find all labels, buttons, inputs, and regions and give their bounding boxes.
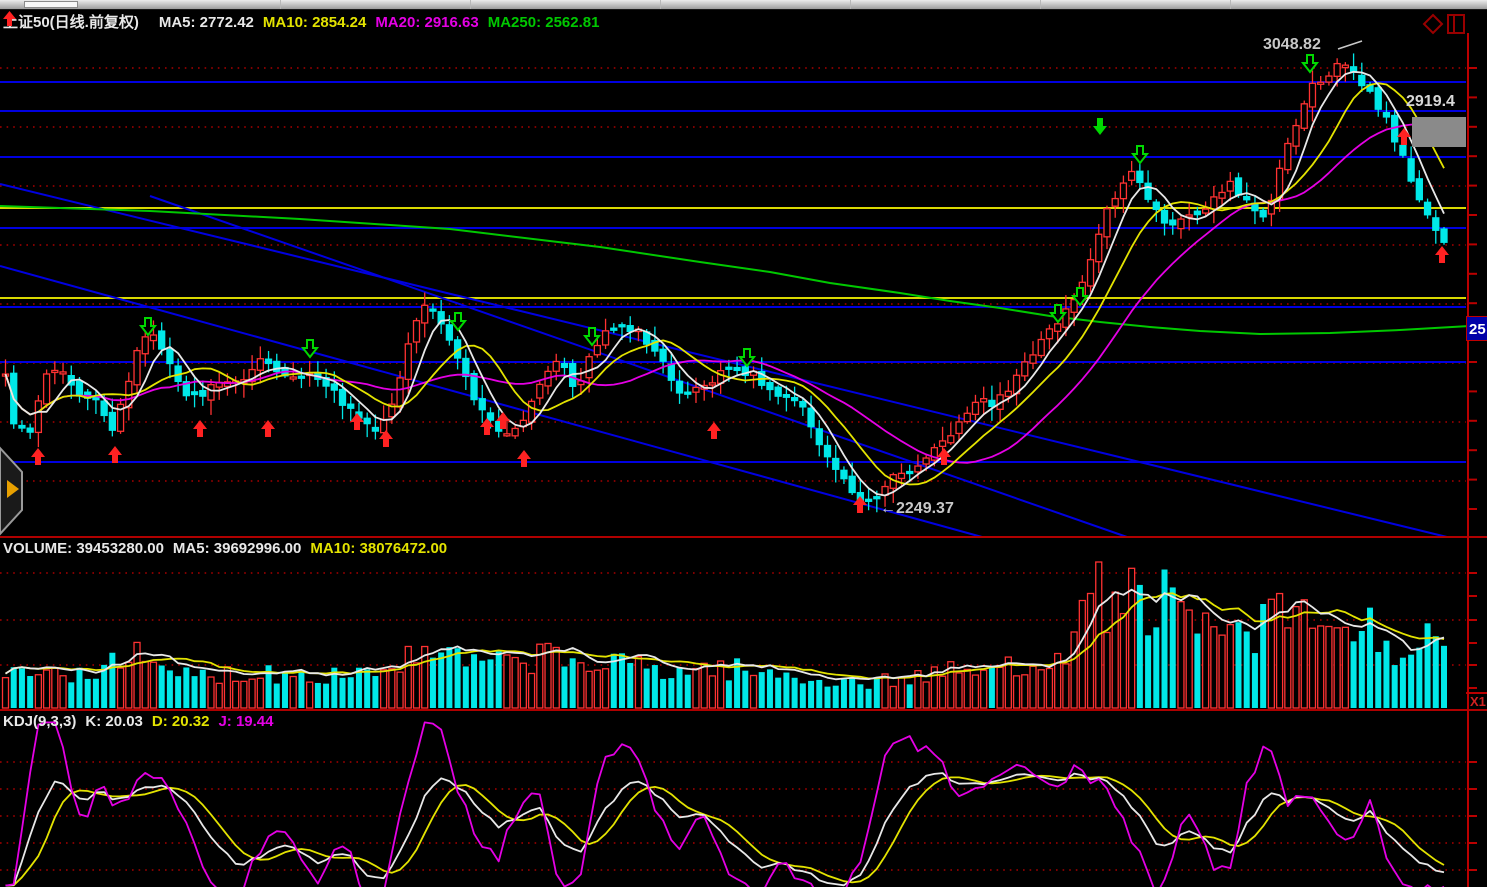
diamond-icon[interactable] [1424,15,1442,33]
ma5-value: MA5: 2772.42 [159,14,254,31]
sell-signal-arrow-icon [740,349,754,366]
ma20-value: MA20: 2916.63 [375,14,478,31]
buy-signal-arrow-icon [108,446,122,463]
sell-signal-arrow-icon [303,340,317,357]
kdj-j-value: J: 19.44 [218,713,273,730]
volume-pane[interactable] [0,562,1466,708]
volume-multiplier-label: X1 [1470,694,1486,709]
volume-ma10-value: MA10: 38076472.00 [310,540,447,557]
kdj-k-value: K: 20.03 [85,713,143,730]
kdj-d-value: D: 20.32 [152,713,210,730]
buy-signal-arrow-icon [261,420,275,437]
kdj-name: KDJ(9,3,3) [3,713,76,730]
stock-chart-window: { "main_pane": { "title": "上证50(日线.前复权)"… [0,0,1487,887]
trough-price-label: ←2249.37 [880,500,954,518]
volume-ma5-value: MA5: 39692996.00 [173,540,301,557]
buy-signal-arrow-icon [1435,246,1449,263]
kdj-pane[interactable] [0,722,1466,887]
main-pane-header: 上证50(日线.前复权) MA5: 2772.42 MA10: 2854.24 MA2… [3,11,608,32]
symbol-title: 上证50(日线.前复权) [3,14,139,31]
split-window-icon[interactable] [1448,15,1464,33]
price-tag-box [1412,117,1466,147]
volume-value: VOLUME: 39453280.00 [3,540,164,557]
ma10-value: MA10: 2854.24 [263,14,366,31]
chart-canvas[interactable] [0,0,1487,887]
kdj-pane-header: KDJ(9,3,3) K: 20.03 D: 20.32 J: 19.44 [3,713,283,730]
buy-signal-arrow-icon [853,496,867,513]
right-price-axis [0,33,1487,887]
sell-signal-arrow-solid-icon [1093,118,1107,135]
buy-signal-arrow-icon [517,450,531,467]
pane-corner-icons [1422,13,1466,35]
volume-pane-header: VOLUME: 39453280.00 MA5: 39692996.00 MA10:… [3,540,456,557]
peak-price-label: 3048.82 [1263,36,1321,54]
ma250-value: MA250: 2562.81 [488,14,600,31]
sell-signal-arrow-icon [1133,146,1147,163]
buy-signal-arrow-icon [1397,128,1411,145]
buy-signal-arrow-icon [707,422,721,439]
main-price-pane[interactable] [0,41,1487,537]
right-price-label: 2919.4 [1406,93,1455,111]
axis-price-badge: 25 [1466,316,1487,341]
sell-signal-arrow-icon [1303,55,1317,72]
sell-signal-arrow-icon [451,313,465,330]
